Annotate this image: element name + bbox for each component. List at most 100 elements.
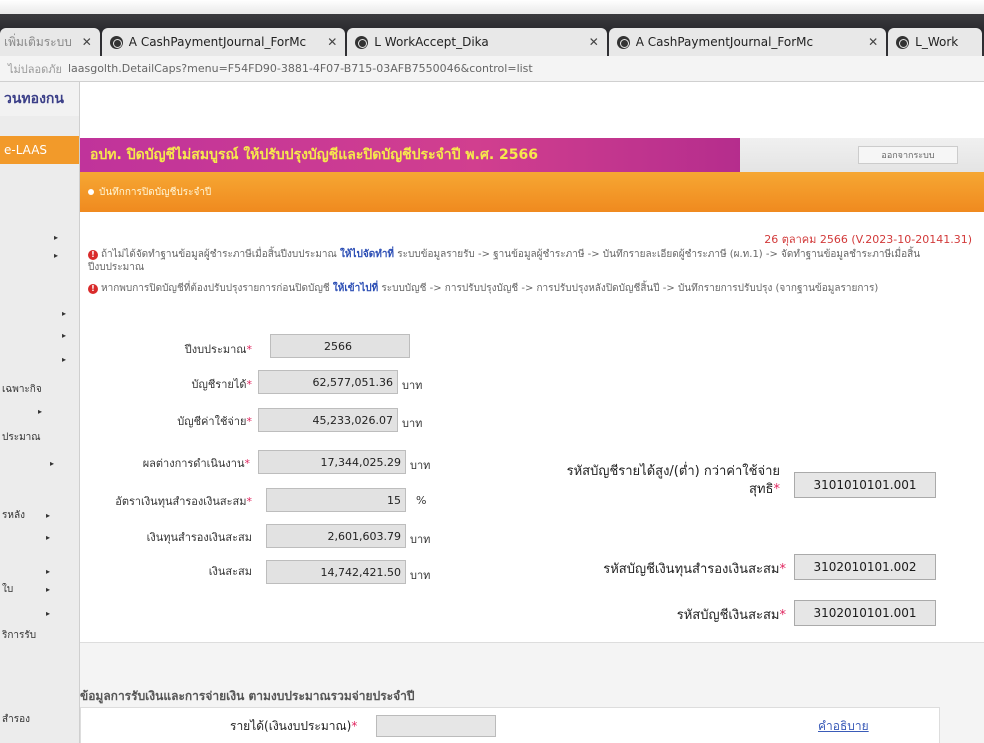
sidebar-item-service[interactable]: ริการรับ	[0, 626, 80, 644]
chevron-right-icon: ▸	[45, 532, 50, 542]
sidebar-item[interactable]: ▸	[0, 246, 80, 264]
sidebar-item[interactable]: ▸	[0, 228, 80, 246]
sidebar-item[interactable]: ▸	[0, 402, 80, 420]
globe-icon	[109, 35, 123, 49]
notice-link[interactable]: ให้ไปจัดทำที่	[340, 249, 394, 260]
browser-tab-workaccept[interactable]: L WorkAccept_Dika ✕	[347, 28, 607, 56]
page-title: อปท. ปิดบัญชีไม่สมบูรณ์ ให้ปรับปรุงบัญชี…	[80, 138, 740, 172]
tab-label: เพิ่มเติมระบบ	[4, 34, 72, 49]
close-icon[interactable]: ✕	[589, 35, 599, 49]
accumulated-account-label: รหัสบัญชีเงินสะสม*	[676, 608, 786, 623]
sidebar-laas-link[interactable]: e-LAAS	[0, 136, 79, 164]
unit-baht: บาท	[410, 569, 431, 582]
section-bar: บันทึกการปิดบัญชีประจำปี	[80, 172, 984, 212]
sidebar-item[interactable]: ▸	[0, 350, 80, 368]
sidebar-item-reserve[interactable]: สำรอง	[0, 710, 80, 728]
warning-icon: !	[88, 284, 98, 294]
notice-adjustment: ! หากพบการปิดบัญชีที่ต้องปรับปรุงรายการก่…	[88, 282, 948, 295]
chevron-right-icon: ▸	[53, 232, 58, 242]
sidebar-item[interactable]: ▸	[0, 562, 80, 580]
security-indicator[interactable]: ไม่ปลอดภัย	[8, 60, 62, 78]
chevron-right-icon: ▸	[61, 354, 66, 364]
receipt-payment-panel: ข้อมูลการรับเงินและการจ่ายเงิน ตามงบประม…	[80, 642, 984, 743]
unit-baht: บาท	[402, 417, 423, 430]
left-sidebar: วนทองกน e-LAAS ▸ ▸ ▸ ▸ ▸ เฉพาะกิจ ▸ ประม…	[0, 82, 80, 743]
bullet-icon	[88, 189, 94, 195]
sidebar-item[interactable]: ▸	[0, 604, 80, 622]
warning-icon: !	[88, 250, 98, 260]
chevron-right-icon: ▸	[61, 308, 66, 318]
fiscal-year-label: ปีงบประมาณ*	[184, 343, 252, 356]
browser-tab-partial[interactable]: เพิ่มเติมระบบ ✕	[0, 28, 100, 56]
description-link[interactable]: คำอธิบาย	[818, 717, 869, 736]
accumulated-fund-label: เงินสะสม	[208, 565, 252, 578]
reserve-account-code-field[interactable]: 3102010101.002	[794, 554, 936, 580]
budget-income-field[interactable]	[376, 715, 496, 737]
operating-diff-label: ผลต่างการดำเนินงาน*	[142, 457, 250, 470]
browser-tab-cashpayment-1[interactable]: A CashPaymentJournal_ForMc ✕	[101, 28, 346, 56]
address-bar[interactable]: ไม่ปลอดภัย laasgolth.DetailCaps?menu=F54…	[0, 56, 984, 82]
page-header: อปท. ปิดบัญชีไม่สมบูรณ์ ให้ปรับปรุงบัญชี…	[80, 138, 984, 172]
main-content: อปท. ปิดบัญชีไม่สมบูรณ์ ให้ปรับปรุงบัญชี…	[80, 82, 984, 743]
chevron-right-icon: ▸	[49, 458, 54, 468]
unit-baht: บาท	[410, 533, 431, 546]
url-text: laasgolth.DetailCaps?menu=F54FD90-3881-4…	[67, 62, 533, 75]
sidebar-item-budget[interactable]: ประมาณ	[0, 428, 80, 446]
globe-icon	[616, 35, 630, 49]
expense-label: บัญชีค่าใช้จ่าย*	[177, 415, 252, 428]
chevron-right-icon: ▸	[45, 608, 50, 618]
notice-link[interactable]: ให้เข้าไปที่	[333, 283, 378, 294]
accumulated-account-code-field[interactable]: 3102010101.001	[794, 600, 936, 626]
monitor-bezel	[0, 0, 984, 14]
reserve-rate-label: อัตราเงินทุนสำรองเงินสะสม*	[115, 495, 252, 508]
chevron-right-icon: ▸	[45, 584, 50, 594]
browser-tab-work[interactable]: L_Work	[888, 28, 982, 56]
section-title: บันทึกการปิดบัญชีประจำปี	[99, 186, 212, 198]
reserve-account-label: รหัสบัญชีเงินทุนสำรองเงินสะสม*	[603, 562, 786, 577]
chevron-right-icon: ▸	[45, 566, 50, 576]
tab-label: A CashPaymentJournal_ForMc	[128, 35, 307, 49]
operating-diff-field[interactable]: 17,344,025.29	[258, 450, 406, 474]
unit-percent: %	[416, 494, 427, 507]
income-label: บัญชีรายได้*	[191, 378, 252, 391]
reserve-fund-field[interactable]: 2,601,603.79	[266, 524, 406, 548]
reserve-fund-label: เงินทุนสำรองเงินสะสม	[146, 531, 252, 544]
net-account-label-2: สุทธิ*	[749, 482, 780, 497]
tab-label: L WorkAccept_Dika	[374, 35, 489, 49]
chevron-right-icon: ▸	[37, 406, 42, 416]
browser-tab-strip: เพิ่มเติมระบบ ✕ A CashPaymentJournal_For…	[0, 14, 984, 56]
sidebar-item[interactable]: ▸	[0, 528, 80, 546]
sidebar-item[interactable]: ▸	[0, 326, 80, 344]
chevron-right-icon: ▸	[53, 250, 58, 260]
income-field[interactable]: 62,577,051.36	[258, 370, 398, 394]
unit-baht: บาท	[402, 379, 423, 392]
chevron-right-icon: ▸	[45, 510, 50, 520]
sidebar-item[interactable]: ▸	[0, 304, 80, 322]
panel-inner	[80, 707, 940, 743]
chevron-right-icon: ▸	[61, 330, 66, 340]
tab-label: A CashPaymentJournal_ForMc	[635, 35, 814, 49]
close-icon[interactable]: ✕	[327, 35, 337, 49]
budget-income-label: รายได้(เงินงบประมาณ)*	[230, 719, 358, 733]
globe-icon	[355, 35, 369, 49]
globe-icon	[896, 35, 910, 49]
browser-tab-cashpayment-2[interactable]: A CashPaymentJournal_ForMc ✕	[608, 28, 887, 56]
tab-label: L_Work	[915, 35, 959, 49]
reserve-rate-field[interactable]: 15	[266, 488, 406, 512]
sidebar-item-special[interactable]: เฉพาะกิจ	[0, 380, 80, 398]
fiscal-year-field[interactable]: 2566	[270, 334, 410, 358]
panel-title: ข้อมูลการรับเงินและการจ่ายเงิน ตามงบประม…	[80, 689, 415, 703]
version-datestamp: 26 ตุลาคม 2566 (V.2023-10-20141.31)	[764, 233, 972, 246]
logout-button[interactable]: ออกจากระบบ	[858, 146, 958, 164]
notice-tax-database: ! ถ้าไม่ได้จัดทำฐานข้อมูลผู้ชำระภาษีเมื่อ…	[88, 249, 921, 273]
sidebar-item-back[interactable]: รหลัง ▸	[0, 506, 80, 524]
accumulated-fund-field[interactable]: 14,742,421.50	[266, 560, 406, 584]
unit-baht: บาท	[410, 459, 431, 472]
net-account-code-field[interactable]: 3101010101.001	[794, 472, 936, 498]
close-icon[interactable]: ✕	[82, 35, 92, 49]
sidebar-item[interactable]: ▸	[0, 454, 80, 472]
close-icon[interactable]: ✕	[868, 35, 878, 49]
expense-field[interactable]: 45,233,026.07	[258, 408, 398, 432]
sidebar-item-receipt[interactable]: ใบ ▸	[0, 580, 80, 598]
sidebar-brand: วนทองกน	[0, 82, 79, 116]
